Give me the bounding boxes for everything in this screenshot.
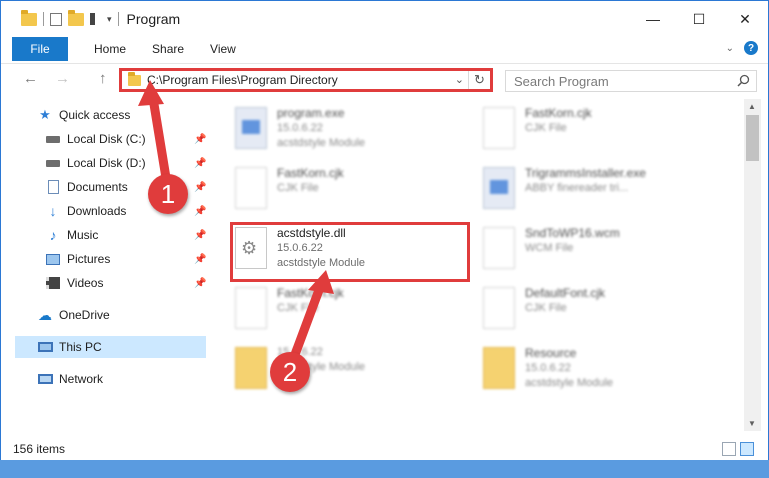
arrow-2-head xyxy=(308,270,334,294)
callout-step-2: 2 xyxy=(270,352,310,392)
arrow-1-head xyxy=(138,80,164,106)
callout-step-1: 1 xyxy=(148,174,188,214)
callout-arrows xyxy=(138,80,334,373)
